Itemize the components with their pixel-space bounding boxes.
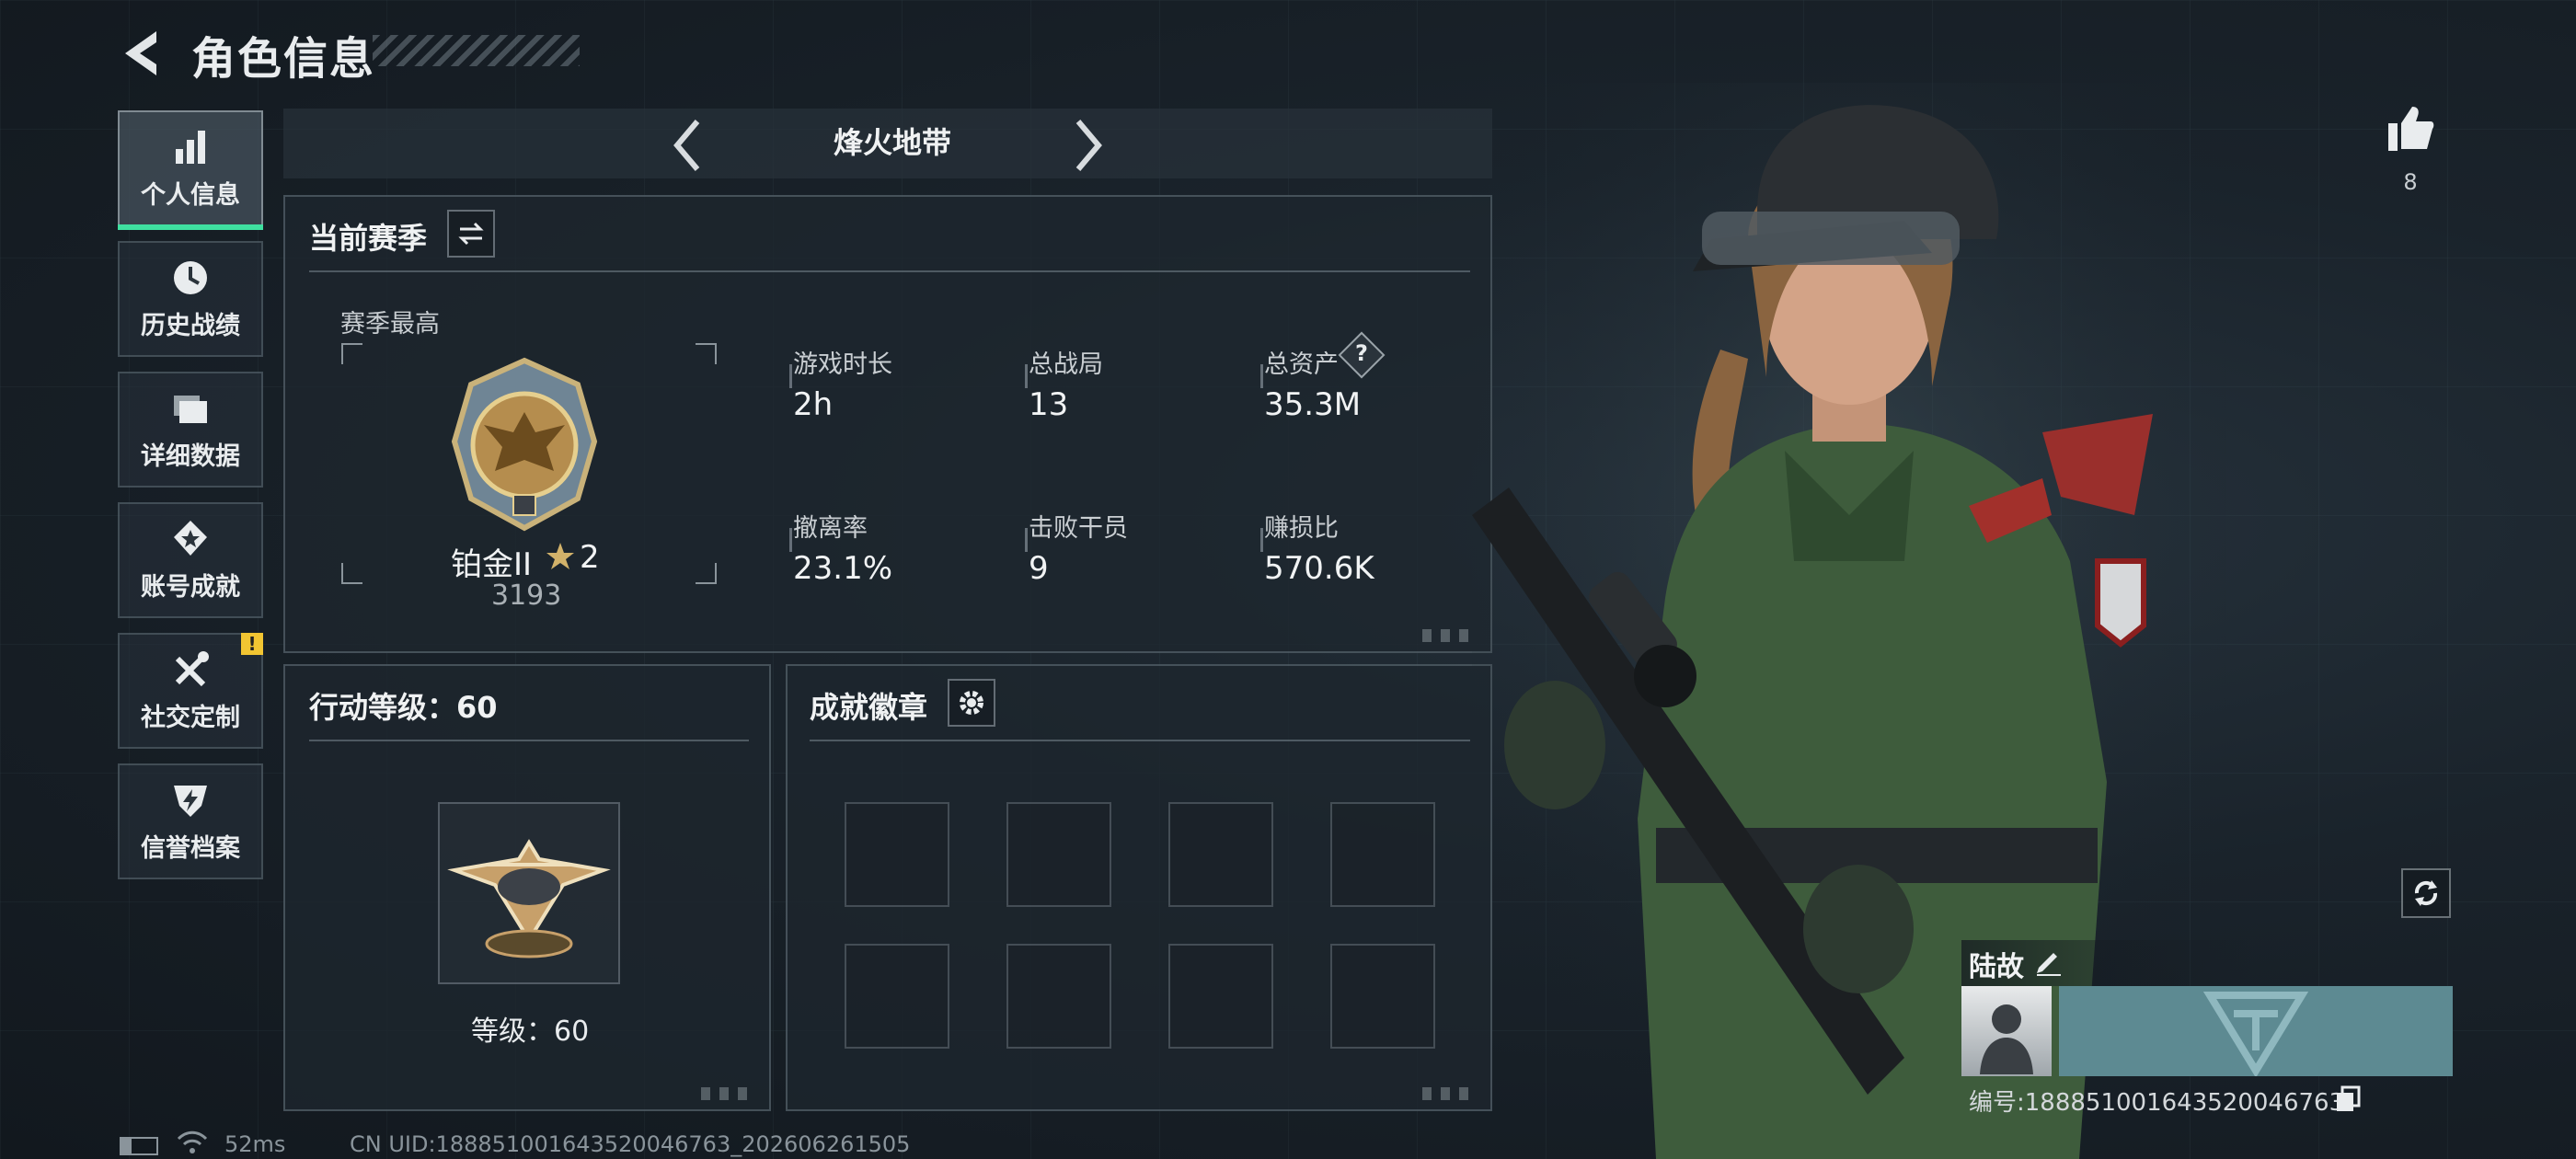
stat-value-total-assets: 35.3M <box>1264 386 1362 423</box>
achievement-slot[interactable] <box>1006 802 1111 907</box>
notification-badge: ! <box>241 633 263 655</box>
stat-tick <box>1025 528 1028 552</box>
copy-id-icon[interactable] <box>2335 1085 2361 1113</box>
sidebar-item-social-custom[interactable]: 社交定制 ! <box>118 633 263 749</box>
achievement-slot[interactable] <box>1330 944 1435 1049</box>
achievement-slot[interactable] <box>1168 944 1273 1049</box>
stat-tick <box>789 528 792 552</box>
divider <box>810 740 1470 741</box>
sidebar-item-label: 个人信息 <box>141 180 240 210</box>
help-icon: ? <box>1355 340 1368 366</box>
sidebar-item-personal-info[interactable]: 个人信息 <box>118 110 263 230</box>
sidebar-item-achievements[interactable]: 账号成就 <box>118 502 263 618</box>
sidebar-item-reputation[interactable]: 信誉档案 <box>118 763 263 879</box>
uid-text: CN UID:18885100164352004676​3_2026062615… <box>350 1131 911 1157</box>
player-avatar[interactable] <box>1961 986 2052 1076</box>
sidebar-item-label: 账号成就 <box>141 572 240 602</box>
stat-label-profit-loss: 赚损比 <box>1264 514 1339 543</box>
sidebar-item-detailed-data[interactable]: 详细数据 <box>118 372 263 488</box>
star-icon <box>546 543 574 569</box>
platinum-rank-emblem-icon <box>451 357 598 532</box>
achievement-slot[interactable] <box>1006 944 1111 1049</box>
previous-mode-arrow-icon[interactable] <box>670 118 707 173</box>
stat-value-total-matches: 13 <box>1029 386 1069 423</box>
stat-label-operators-defeated: 击败干员 <box>1029 514 1128 543</box>
panel-corner-decoration <box>701 1087 756 1100</box>
delta-logo-icon <box>2202 992 2309 1078</box>
player-id: 编号:18885100164352004676​3 <box>1969 1089 2345 1117</box>
achievement-slot[interactable] <box>845 802 949 907</box>
action-level-title: 行动等级：60 <box>309 690 498 725</box>
player-name: 陆故 <box>1969 951 2024 983</box>
medal-icon <box>174 520 207 556</box>
stat-label-total-assets: 总资产 <box>1264 350 1339 379</box>
panel-corner-decoration <box>1422 1087 1478 1100</box>
gear-icon <box>960 691 983 715</box>
player-banner[interactable] <box>2059 986 2453 1078</box>
season-title: 当前赛季 <box>309 221 428 256</box>
battery-icon <box>120 1137 158 1155</box>
wifi-icon <box>177 1130 208 1153</box>
folder-icon <box>174 395 207 423</box>
sidebar-item-label: 详细数据 <box>141 442 240 471</box>
tools-icon <box>175 650 209 686</box>
rank-name: 铂金II <box>451 546 533 583</box>
stat-tick <box>789 364 792 388</box>
achievements-title: 成就徽章 <box>810 690 928 725</box>
edit-name-icon[interactable] <box>2033 946 2064 977</box>
stat-label-extraction-rate: 撤离率 <box>793 514 868 543</box>
avatar-figure-icon <box>1980 1004 2033 1074</box>
page-title: 角色信息 <box>191 33 376 85</box>
refresh-icon <box>2414 880 2438 906</box>
sidebar-item-history[interactable]: 历史战绩 <box>118 241 263 357</box>
achievements-settings-button[interactable] <box>948 679 995 727</box>
back-arrow-icon[interactable] <box>118 28 169 79</box>
ping-text: 52ms <box>224 1131 286 1157</box>
achievement-slot[interactable] <box>845 944 949 1049</box>
stat-value-playtime: 2h <box>793 386 834 423</box>
switch-season-button[interactable] <box>447 210 495 258</box>
stat-tick <box>1025 364 1028 388</box>
divider <box>309 740 749 741</box>
shield-lightning-icon <box>174 785 207 817</box>
mode-label: 烽火地带 <box>833 125 951 160</box>
sidebar-item-label: 历史战绩 <box>141 311 240 340</box>
bar-chart-icon <box>176 130 205 164</box>
like-count: 8 <box>2403 169 2418 195</box>
rank-points: 3193 <box>491 580 562 612</box>
achievement-slot[interactable] <box>1330 802 1435 907</box>
thumbs-up-icon[interactable] <box>2385 103 2436 155</box>
stat-label-total-matches: 总战局 <box>1029 350 1103 379</box>
helicopter-level-emblem-icon <box>447 839 611 958</box>
divider <box>309 270 1470 272</box>
clock-icon <box>174 260 207 294</box>
stat-value-profit-loss: 570.6K <box>1264 550 1374 587</box>
stat-label-playtime: 游戏时长 <box>793 350 892 379</box>
sidebar-item-label: 社交定制 <box>141 703 240 732</box>
season-best-label: 赛季最高 <box>340 310 440 339</box>
rank-stars: 2 <box>580 539 600 576</box>
sidebar-item-label: 信誉档案 <box>141 833 240 863</box>
stat-value-operators-defeated: 9 <box>1029 550 1049 587</box>
achievement-slot[interactable] <box>1168 802 1273 907</box>
rotate-view-button[interactable] <box>2401 868 2451 918</box>
level-text: 等级：60 <box>471 1016 590 1048</box>
next-mode-arrow-icon[interactable] <box>1069 118 1106 173</box>
panel-corner-decoration <box>1422 629 1478 642</box>
title-decoration <box>373 35 580 66</box>
stat-tick <box>1260 528 1263 552</box>
stat-value-extraction-rate: 23.1% <box>793 550 893 587</box>
stat-tick <box>1260 364 1263 388</box>
swap-icon <box>458 222 484 246</box>
